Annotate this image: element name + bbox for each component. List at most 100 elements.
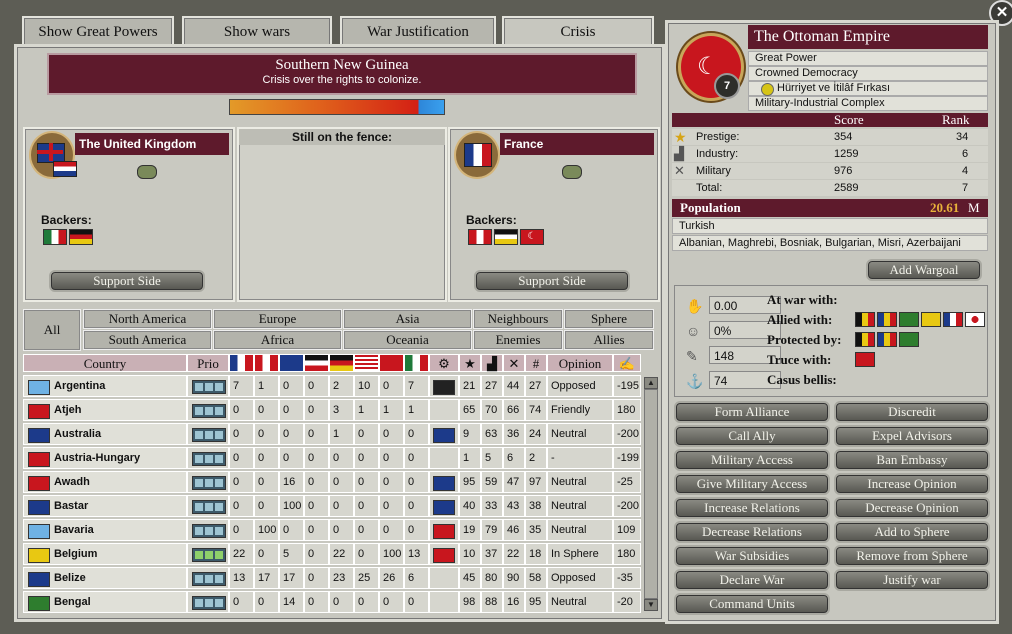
priority-cell[interactable] <box>187 591 229 613</box>
col-usa-flag-icon[interactable] <box>354 354 379 372</box>
score-cell: 2 <box>525 447 547 469</box>
country-name-cell[interactable]: Bengal <box>23 591 187 613</box>
scroll-down-arrow[interactable]: ▼ <box>644 599 658 611</box>
col-industry-icon[interactable]: ▟ <box>481 354 503 372</box>
form-alliance-button[interactable]: Form Alliance <box>674 401 830 423</box>
priority-cell[interactable] <box>187 519 229 541</box>
priority-cell[interactable] <box>187 423 229 445</box>
col-france-flag-icon[interactable] <box>229 354 254 372</box>
filter-sphere[interactable]: Sphere <box>564 309 654 329</box>
table-row[interactable]: Belgium 22 0 5 0 22 0 100 13 10 37 22 18 In Sphere 180 <box>23 543 641 565</box>
ban-embassy-button[interactable]: Ban Embassy <box>834 449 990 471</box>
priority-cell[interactable] <box>187 375 229 397</box>
war-subsidies-button[interactable]: War Subsidies <box>674 545 830 567</box>
filter-oceania[interactable]: Oceania <box>343 330 472 350</box>
col-military-icon[interactable]: ✕ <box>503 354 525 372</box>
table-row[interactable]: Bavaria 0 100 0 0 0 0 0 0 19 79 46 35 Neutral 109 <box>23 519 641 541</box>
romania-flag-icon[interactable] <box>877 312 897 327</box>
table-row[interactable]: Australia 0 0 0 0 1 0 0 0 9 63 36 24 Neutral -200 <box>23 423 641 445</box>
discredit-button[interactable]: Discredit <box>834 401 990 423</box>
table-scrollbar[interactable] <box>644 389 658 599</box>
ally-flag-icon[interactable] <box>921 312 941 327</box>
tab-war-justification[interactable]: War Justification <box>340 16 496 46</box>
priority-cell[interactable] <box>187 543 229 565</box>
support-attacker-button[interactable]: Support Side <box>49 270 205 292</box>
german-flag-icon[interactable] <box>494 229 518 245</box>
filter-europe[interactable]: Europe <box>213 309 342 329</box>
filter-south-america[interactable]: South America <box>83 330 212 350</box>
col-hungary-flag-icon[interactable] <box>254 354 279 372</box>
scroll-up-arrow[interactable]: ▲ <box>644 377 658 389</box>
declare-war-button[interactable]: Declare War <box>674 569 830 591</box>
col-country[interactable]: Country <box>23 354 187 372</box>
country-name-cell[interactable]: Austria-Hungary <box>23 447 187 469</box>
priority-cell[interactable] <box>187 447 229 469</box>
priority-cell[interactable] <box>187 495 229 517</box>
decrease-relations-button[interactable]: Decrease Relations <box>674 521 830 543</box>
germany-flag-icon[interactable] <box>69 229 93 245</box>
filter-asia[interactable]: Asia <box>343 309 472 329</box>
table-row[interactable]: Atjeh 0 0 0 0 3 1 1 1 65 70 66 74 Friendly 180 <box>23 399 641 421</box>
filter-africa[interactable]: Africa <box>213 330 342 350</box>
decrease-opinion-button[interactable]: Decrease Opinion <box>834 497 990 519</box>
hungary-flag-icon[interactable] <box>468 229 492 245</box>
support-defender-button[interactable]: Support Side <box>474 270 630 292</box>
filter-all[interactable]: All <box>23 309 81 351</box>
col-rank[interactable]: # <box>525 354 547 372</box>
remove-from-sphere-button[interactable]: Remove from Sphere <box>834 545 990 567</box>
col-relations-icon[interactable]: ✍ <box>613 354 641 372</box>
military-access-button[interactable]: Military Access <box>674 449 830 471</box>
table-row[interactable]: Belize 13 17 17 0 23 25 26 6 45 80 90 58 Opposed -35 <box>23 567 641 589</box>
col-uk-flag-icon[interactable] <box>279 354 304 372</box>
table-row[interactable]: Argentina 7 1 0 0 2 10 0 7 21 27 44 27 Opposed -195 <box>23 375 641 397</box>
call-ally-button[interactable]: Call Ally <box>674 425 830 447</box>
increase-relations-button[interactable]: Increase Relations <box>674 497 830 519</box>
tab-great-powers[interactable]: Show Great Powers <box>22 16 174 46</box>
country-name-cell[interactable]: Atjeh <box>23 399 187 421</box>
country-name-cell[interactable]: Bastar <box>23 495 187 517</box>
col-germany-flag-icon[interactable] <box>329 354 354 372</box>
col-north-german-flag-icon[interactable] <box>304 354 329 372</box>
filter-north-america[interactable]: North America <box>83 309 212 329</box>
ottoman-flag-icon[interactable]: ☾ <box>520 229 544 245</box>
country-name-cell[interactable]: Awadh <box>23 471 187 493</box>
priority-cell[interactable] <box>187 471 229 493</box>
table-row[interactable]: Bastar 0 0 100 0 0 0 0 0 40 33 43 38 Neutral -200 <box>23 495 641 517</box>
filter-neighbours[interactable]: Neighbours <box>473 309 563 329</box>
ally-flag-icon[interactable] <box>899 332 919 347</box>
country-name-cell[interactable]: Belize <box>23 567 187 589</box>
tab-wars[interactable]: Show wars <box>182 16 332 46</box>
country-name-cell[interactable]: Australia <box>23 423 187 445</box>
expel-advisors-button[interactable]: Expel Advisors <box>834 425 990 447</box>
col-sphere-icon[interactable]: ⚙ <box>429 354 459 372</box>
romania-flag-icon[interactable] <box>877 332 897 347</box>
col-prio[interactable]: Prio <box>187 354 229 372</box>
belgium-flag-icon[interactable] <box>855 312 875 327</box>
filter-enemies[interactable]: Enemies <box>473 330 563 350</box>
boer-flag-icon[interactable] <box>899 312 919 327</box>
justify-war-button[interactable]: Justify war <box>834 569 990 591</box>
col-mexico-flag-icon[interactable] <box>404 354 429 372</box>
table-row[interactable]: Awadh 0 0 16 0 0 0 0 0 95 59 47 97 Neutral -25 <box>23 471 641 493</box>
give-military-access-button[interactable]: Give Military Access <box>674 473 830 495</box>
japan-flag-icon[interactable] <box>965 312 985 327</box>
add-to-sphere-button[interactable]: Add to Sphere <box>834 521 990 543</box>
country-name-cell[interactable]: Bavaria <box>23 519 187 541</box>
table-row[interactable]: Austria-Hungary 0 0 0 0 0 0 0 0 1 5 6 2- -199 <box>23 447 641 469</box>
filter-allies[interactable]: Allies <box>564 330 654 350</box>
add-wargoal-button[interactable]: Add Wargoal <box>866 259 982 281</box>
truce-flag-icon[interactable] <box>855 352 875 367</box>
table-row[interactable]: Bengal 0 0 14 0 0 0 0 0 98 88 16 95 Neutral -20 <box>23 591 641 613</box>
priority-cell[interactable] <box>187 567 229 589</box>
belgium-flag-icon[interactable] <box>855 332 875 347</box>
country-name-cell[interactable]: Argentina <box>23 375 187 397</box>
france-flag-icon[interactable] <box>943 312 963 327</box>
col-ottoman-flag-icon[interactable] <box>379 354 404 372</box>
col-prestige-icon[interactable]: ★ <box>459 354 481 372</box>
country-name-cell[interactable]: Belgium <box>23 543 187 565</box>
priority-cell[interactable] <box>187 399 229 421</box>
col-opinion[interactable]: Opinion <box>547 354 613 372</box>
command-units-button[interactable]: Command Units <box>674 593 830 615</box>
increase-opinion-button[interactable]: Increase Opinion <box>834 473 990 495</box>
mexico-flag-icon[interactable] <box>43 229 67 245</box>
